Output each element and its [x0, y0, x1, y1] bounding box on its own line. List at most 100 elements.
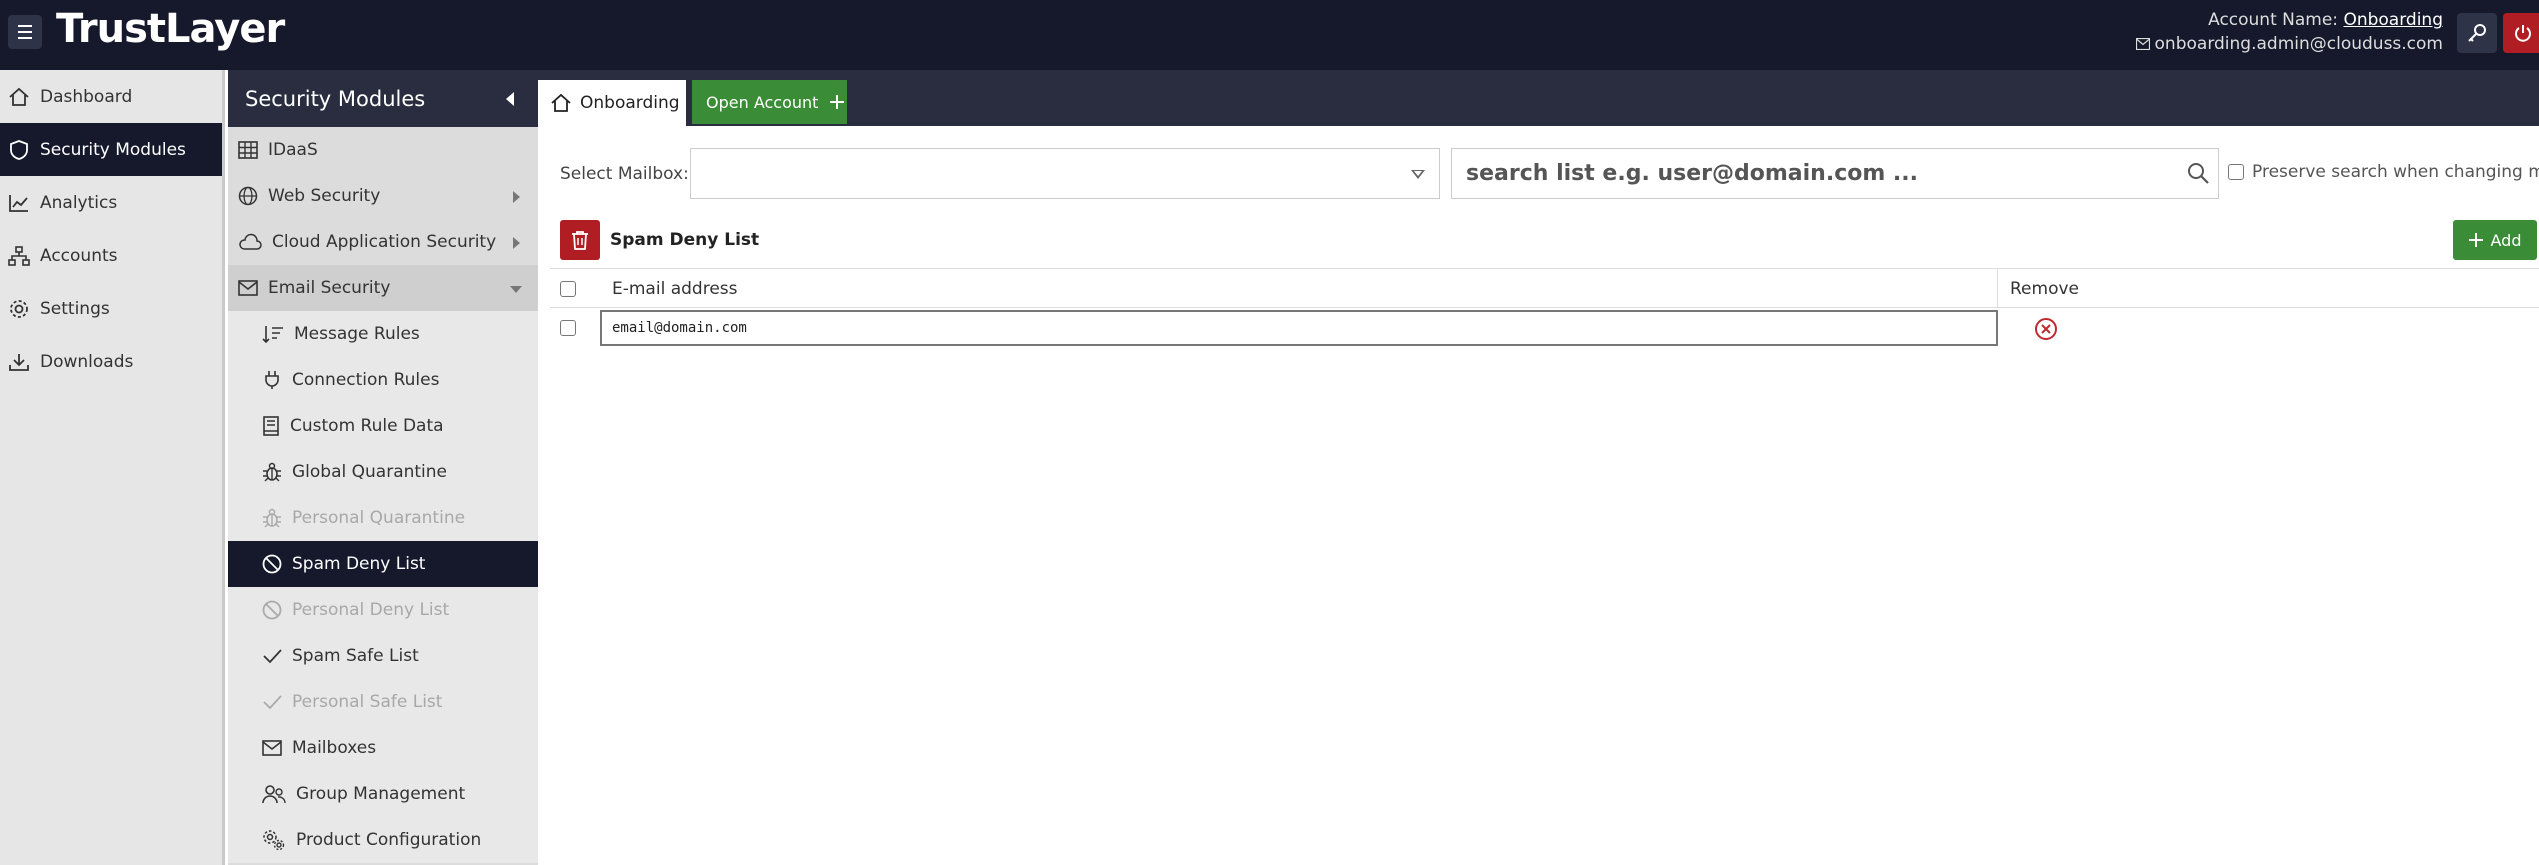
select-all-checkbox[interactable]: [560, 281, 576, 297]
check-icon: [263, 649, 282, 664]
top-bar: TrustLayer Account Name: Onboarding onbo…: [0, 0, 2539, 70]
submenu-title: Security Modules: [245, 86, 426, 111]
account-email-display: onboarding.admin@clouduss.com: [2135, 34, 2443, 54]
check-icon: [263, 695, 282, 710]
envelope-icon: [2135, 38, 2150, 50]
gear-icon: [10, 299, 28, 318]
envelope-icon: [262, 740, 282, 756]
nav-item-settings[interactable]: Settings: [0, 282, 222, 335]
submenu-item-label: Product Configuration: [296, 830, 482, 850]
submenu-item-global-quarantine[interactable]: Global Quarantine: [228, 449, 538, 495]
submenu-item-label: Mailboxes: [292, 738, 377, 758]
home-icon: [551, 93, 571, 112]
plug-icon: [265, 371, 279, 389]
submenu-item-message-rules[interactable]: Message Rules: [228, 311, 538, 357]
search-icon[interactable]: [2186, 161, 2210, 185]
book-icon: [263, 416, 279, 436]
preserve-search-label: Preserve search when changing mailbo: [2252, 162, 2539, 182]
table-header: E-mail address Remove: [550, 268, 2539, 308]
logout-button[interactable]: [2503, 13, 2539, 53]
mailbox-select[interactable]: [690, 148, 1440, 199]
grid-icon: [238, 141, 258, 159]
collapse-arrow-icon: [510, 286, 522, 293]
ban-icon: [262, 600, 282, 620]
key-button[interactable]: [2457, 13, 2497, 53]
nav-item-downloads[interactable]: Downloads: [0, 335, 222, 388]
email-address-field[interactable]: [600, 310, 1998, 346]
submenu-item-spam-safe-list[interactable]: Spam Safe List: [228, 633, 538, 679]
submenu-item-label: Message Rules: [294, 324, 420, 344]
account-name-display: Account Name: Onboarding: [2208, 10, 2443, 30]
power-icon: [2515, 25, 2531, 42]
ban-icon: [262, 554, 282, 574]
nav-item-dashboard[interactable]: Dashboard: [0, 70, 222, 123]
mailbox-toolbar: Select Mailbox: Preserve search when cha…: [538, 148, 2539, 200]
plus-icon: [830, 95, 845, 109]
submenu-item-connection-rules[interactable]: Connection Rules: [228, 357, 538, 403]
submenu-item-personal-safe-list[interactable]: Personal Safe List: [228, 679, 538, 725]
trash-icon: [572, 231, 588, 250]
preserve-search-checkbox[interactable]: [2228, 164, 2244, 180]
row-checkbox[interactable]: [560, 320, 576, 336]
nav-item-label: Security Modules: [40, 139, 186, 160]
add-entry-button[interactable]: Add: [2453, 220, 2537, 260]
tab-bar: Onboarding Open Account: [538, 70, 2539, 126]
submenu-item-personal-quarantine[interactable]: Personal Quarantine: [228, 495, 538, 541]
submenu-item-web-security[interactable]: Web Security: [228, 173, 538, 219]
submenu-header: Security Modules: [228, 70, 538, 127]
submenu-item-label: Personal Safe List: [292, 692, 443, 712]
list-title: Spam Deny List: [610, 230, 760, 250]
delete-selected-button[interactable]: [560, 220, 600, 260]
tab-onboarding[interactable]: Onboarding: [538, 80, 686, 126]
tab-label: Onboarding: [580, 93, 680, 113]
shield-icon: [10, 139, 28, 160]
column-header-remove: Remove: [1997, 269, 2079, 308]
open-account-button[interactable]: Open Account: [692, 80, 847, 124]
hamburger-menu-button[interactable]: [8, 15, 42, 49]
account-email: onboarding.admin@clouduss.com: [2154, 34, 2443, 54]
submenu-item-personal-deny-list[interactable]: Personal Deny List: [228, 587, 538, 633]
download-icon: [9, 353, 29, 371]
submenu-item-product-configuration[interactable]: Product Configuration: [228, 817, 538, 863]
submenu-item-label: IDaaS: [268, 140, 318, 160]
submenu-item-idaas[interactable]: IDaaS: [228, 127, 538, 173]
search-input[interactable]: [1452, 149, 2172, 198]
submenu-item-custom-rule-data[interactable]: Custom Rule Data: [228, 403, 538, 449]
security-modules-submenu: Security Modules IDaaS Web Security Clou…: [228, 70, 538, 865]
submenu-item-label: Email Security: [268, 278, 391, 298]
account-name-link[interactable]: Onboarding: [2343, 10, 2443, 30]
submenu-item-cloud-application-security[interactable]: Cloud Application Security: [228, 219, 538, 265]
users-icon: [262, 785, 286, 804]
nav-item-security-modules[interactable]: Security Modules: [0, 123, 222, 176]
envelope-icon: [238, 280, 258, 296]
main-content: Onboarding Open Account Select Mailbox: …: [538, 70, 2539, 865]
globe-icon: [238, 186, 258, 206]
column-header-email: E-mail address: [612, 279, 738, 299]
submenu-item-email-security[interactable]: Email Security: [228, 265, 538, 311]
submenu-item-label: Custom Rule Data: [290, 416, 444, 436]
submenu-item-mailboxes[interactable]: Mailboxes: [228, 725, 538, 771]
nav-item-label: Analytics: [40, 192, 118, 213]
sitemap-icon: [8, 245, 30, 266]
collapse-submenu-button[interactable]: [506, 92, 514, 106]
home-icon: [9, 87, 29, 106]
submenu-item-label: Personal Quarantine: [292, 508, 466, 528]
submenu-item-label: Spam Deny List: [292, 554, 426, 574]
select-mailbox-label: Select Mailbox:: [560, 164, 689, 184]
bug-icon: [263, 508, 281, 528]
submenu-item-label: Group Management: [296, 784, 466, 804]
gears-icon: [263, 830, 285, 851]
nav-item-accounts[interactable]: Accounts: [0, 229, 222, 282]
remove-row-icon[interactable]: [2034, 317, 2058, 341]
expand-arrow-icon: [513, 237, 520, 249]
plus-icon: [2468, 233, 2483, 247]
nav-item-analytics[interactable]: Analytics: [0, 176, 222, 229]
submenu-item-label: Web Security: [268, 186, 381, 206]
nav-item-label: Accounts: [40, 245, 118, 266]
submenu-item-label: Connection Rules: [292, 370, 440, 390]
submenu-item-group-management[interactable]: Group Management: [228, 771, 538, 817]
nav-item-label: Settings: [40, 298, 110, 319]
submenu-item-spam-deny-list[interactable]: Spam Deny List: [228, 541, 538, 587]
expand-arrow-icon: [513, 191, 520, 203]
submenu-item-label: Global Quarantine: [292, 462, 448, 482]
